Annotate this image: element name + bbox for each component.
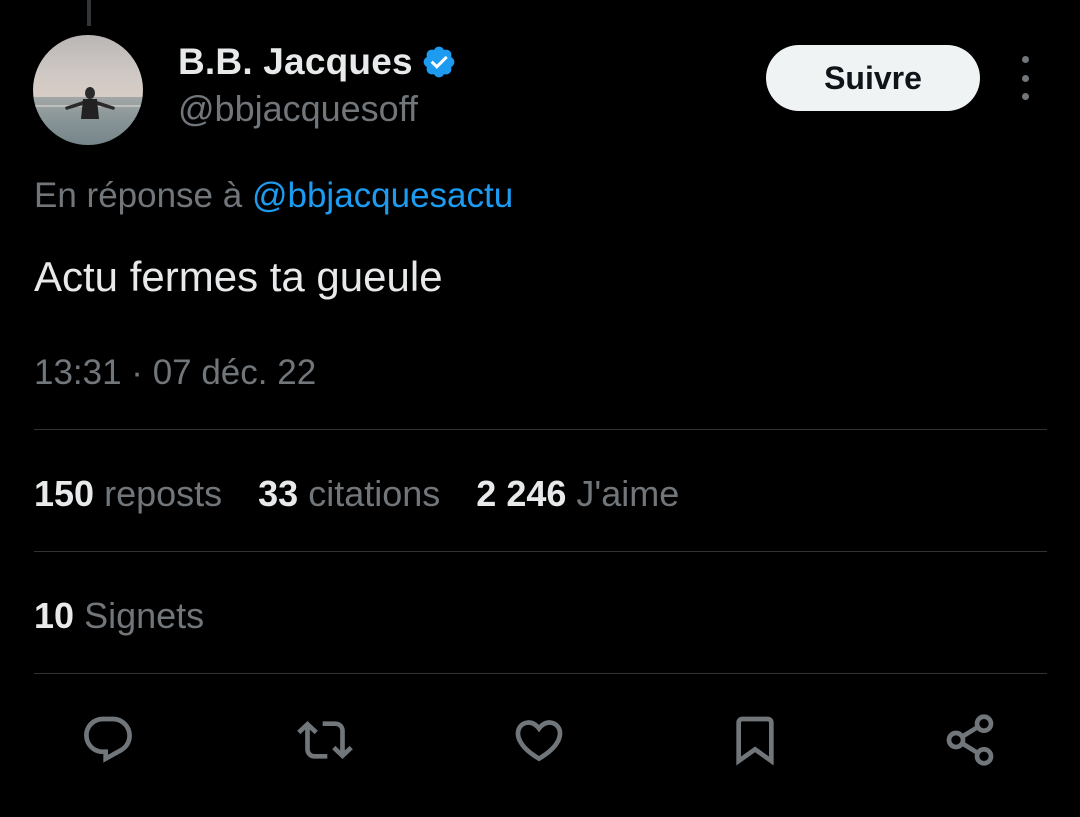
author-display-name[interactable]: B.B. Jacques: [178, 41, 413, 83]
reply-context: En réponse à @bbjacquesactu: [34, 176, 513, 216]
more-dot: [1021, 74, 1029, 82]
bookmark-icon: [736, 716, 774, 766]
tweet-text: Actu fermes ta gueule: [34, 253, 443, 300]
retweet-button[interactable]: [295, 710, 355, 770]
author-name-row: B.B. Jacques: [178, 40, 457, 84]
tweet-timestamp[interactable]: 13:31 · 07 déc. 22: [34, 353, 316, 393]
bookmarks-label: Signets: [84, 595, 205, 636]
divider: [34, 673, 1047, 674]
bookmarks-stat[interactable]: 10 Signets: [34, 595, 204, 637]
reply-prefix: En réponse à: [34, 176, 243, 215]
avatar[interactable]: [33, 35, 143, 145]
reposts-label: reposts: [104, 473, 223, 514]
likes-label: J'aime: [576, 473, 680, 514]
reposts-stat[interactable]: 150 reposts: [34, 473, 222, 515]
likes-stat[interactable]: 2 246 J'aime: [476, 473, 679, 515]
retweet-icon: [297, 721, 353, 759]
engagement-stats: 150 reposts 33 citations 2 246 J'aime: [34, 473, 715, 515]
like-icon: [515, 720, 563, 762]
likes-count: 2 246: [476, 473, 567, 514]
divider: [34, 429, 1047, 430]
author-handle[interactable]: @bbjacquesoff: [178, 88, 418, 130]
more-vertical-icon[interactable]: [1008, 56, 1042, 100]
bookmarks-count: 10: [34, 595, 75, 636]
verified-badge-icon: [423, 46, 455, 78]
quotes-label: citations: [308, 473, 441, 514]
quotes-count: 33: [258, 473, 299, 514]
follow-button[interactable]: Suivre: [766, 45, 980, 111]
divider: [34, 551, 1047, 552]
more-dot: [1021, 93, 1029, 100]
reposts-count: 150: [34, 473, 95, 514]
tweet-action-bar: [0, 710, 1080, 770]
avatar-photo: [33, 87, 143, 145]
reply-icon: [84, 716, 132, 763]
quotes-stat[interactable]: 33 citations: [258, 473, 440, 515]
reply-button[interactable]: [78, 710, 138, 770]
more-dot: [1021, 56, 1029, 63]
thread-connector-line: [87, 0, 91, 26]
share-icon: [946, 714, 994, 766]
like-button[interactable]: [509, 710, 569, 770]
share-button[interactable]: [940, 710, 1000, 770]
reply-mention-link[interactable]: @bbjacquesactu: [252, 176, 513, 215]
bookmark-button[interactable]: [725, 710, 785, 770]
